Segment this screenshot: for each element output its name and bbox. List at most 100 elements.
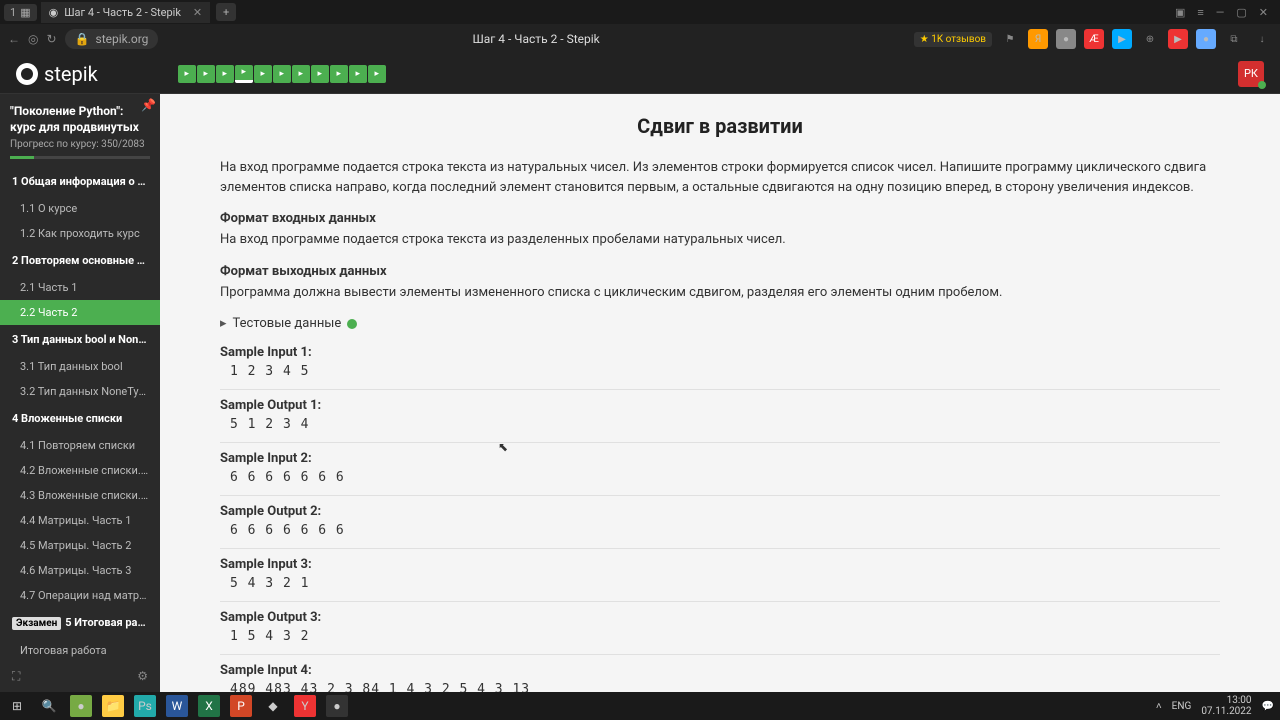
clock[interactable]: 13:00 07.11.2022: [1201, 695, 1251, 717]
step-7[interactable]: ▸: [292, 65, 310, 83]
fullscreen-icon[interactable]: ⛶: [12, 669, 20, 684]
sidebar-section[interactable]: 1 Общая информация о ку...: [0, 167, 160, 196]
ext-6-icon[interactable]: ▶: [1168, 29, 1188, 49]
sidebar-item[interactable]: Итоговая работа: [0, 638, 160, 663]
app-3-icon[interactable]: ●: [326, 695, 348, 717]
extensions-icon[interactable]: ⧉: [1224, 29, 1244, 49]
app-header: stepik ▸ ▸ ▸ ▸ ▸ ▸ ▸ ▸ ▸ ▸ ▸ РК: [0, 54, 1280, 94]
step-2[interactable]: ▸: [197, 65, 215, 83]
sidebar-item[interactable]: 1.1 О курсе: [0, 196, 160, 221]
start-icon[interactable]: ⊞: [6, 695, 28, 717]
word-icon[interactable]: W: [166, 695, 188, 717]
sidebar-section[interactable]: 3 Тип данных bool и None...: [0, 325, 160, 354]
sidebar-item[interactable]: 2.1 Часть 1: [0, 275, 160, 300]
sidebar-section[interactable]: 2 Повторяем основные ко...: [0, 246, 160, 275]
sample-block: Sample Input 1:1 2 3 4 5: [220, 345, 1220, 390]
tabs-icon: ▦: [20, 6, 30, 19]
ext-5-icon[interactable]: ⊕: [1140, 29, 1160, 49]
shield-icon[interactable]: ◎: [28, 32, 38, 46]
reload-icon[interactable]: ↻: [46, 32, 56, 46]
lesson-content: Сдвиг в развитии На вход программе подае…: [160, 94, 1280, 692]
browser-menu-icon[interactable]: ≡: [1197, 6, 1203, 19]
output-format-title: Формат выходных данных: [220, 264, 1220, 279]
tab-counter[interactable]: 1 ▦: [4, 4, 37, 21]
step-10[interactable]: ▸: [349, 65, 367, 83]
search-icon[interactable]: 🔍: [38, 695, 60, 717]
browser-panel-icon[interactable]: ▣: [1175, 6, 1185, 19]
active-tab[interactable]: ◉ Шаг 4 - Часть 2 - Stepik ✕: [41, 2, 211, 23]
tab-count-label: 1: [10, 6, 16, 19]
sidebar-item[interactable]: 3.1 Тип данных bool: [0, 354, 160, 379]
sample-label: Sample Output 1:: [220, 398, 1220, 413]
window-minimize-icon[interactable]: —: [1216, 6, 1225, 19]
explorer-icon[interactable]: 📁: [102, 695, 124, 717]
ext-3-icon[interactable]: Æ: [1084, 29, 1104, 49]
notifications-icon[interactable]: 💬: [1262, 701, 1274, 712]
sample-block: Sample Output 3:1 5 4 3 2: [220, 610, 1220, 655]
sample-value: 6 6 6 6 6 6 6: [220, 466, 1220, 489]
tab-title: Шаг 4 - Часть 2 - Stepik: [64, 6, 181, 19]
sample-label: Sample Output 3:: [220, 610, 1220, 625]
bookmark-icon[interactable]: ⚑: [1000, 29, 1020, 49]
sidebar-item[interactable]: 4.3 Вложенные списки. Ча...: [0, 483, 160, 508]
sidebar-item[interactable]: 4.6 Матрицы. Часть 3: [0, 558, 160, 583]
sidebar-section[interactable]: 4 Вложенные списки: [0, 404, 160, 433]
app-1-icon[interactable]: ●: [70, 695, 92, 717]
sidebar-item[interactable]: 1.2 Как проходить курс: [0, 221, 160, 246]
ext-2-icon[interactable]: ●: [1056, 29, 1076, 49]
url-input[interactable]: 🔒 stepik.org: [65, 29, 159, 49]
language-indicator[interactable]: ENG: [1172, 701, 1192, 712]
window-maximize-icon[interactable]: ▢: [1236, 6, 1246, 19]
downloads-icon[interactable]: ↓: [1252, 29, 1272, 49]
step-1[interactable]: ▸: [178, 65, 196, 83]
browser-titlebar: 1 ▦ ◉ Шаг 4 - Часть 2 - Stepik ✕ + ▣ ≡ —…: [0, 0, 1280, 24]
ext-7-icon[interactable]: ●: [1196, 29, 1216, 49]
sidebar-item[interactable]: 4.4 Матрицы. Часть 1: [0, 508, 160, 533]
triangle-icon: ▸: [220, 316, 227, 331]
course-title: "Поколение Python": курс для продвинутых…: [0, 94, 160, 139]
close-tab-icon[interactable]: ✕: [193, 6, 202, 19]
step-9[interactable]: ▸: [330, 65, 348, 83]
sidebar-section[interactable]: Экзамен5 Итоговая работа...: [0, 608, 160, 638]
back-icon[interactable]: ←: [8, 32, 20, 46]
sample-block: Sample Output 1:5 1 2 3 4: [220, 398, 1220, 443]
input-format-title: Формат входных данных: [220, 211, 1220, 226]
sidebar-item[interactable]: 2.2 Часть 2: [0, 300, 160, 325]
step-8[interactable]: ▸: [311, 65, 329, 83]
pin-icon[interactable]: 📌: [141, 98, 156, 114]
sample-value: 489 483 43 2 3 84 1 4 3 2 5 4 3 13: [220, 678, 1220, 692]
sample-value: 1 5 4 3 2: [220, 625, 1220, 648]
stepik-logo[interactable]: stepik: [16, 62, 98, 86]
sidebar-item[interactable]: 3.2 Тип данных NoneType: [0, 379, 160, 404]
sidebar-item[interactable]: 4.1 Повторяем списки: [0, 433, 160, 458]
course-sidebar: "Поколение Python": курс для продвинутых…: [0, 94, 160, 692]
settings-icon[interactable]: ⚙: [137, 669, 148, 684]
step-5[interactable]: ▸: [254, 65, 272, 83]
sidebar-item[interactable]: 4.5 Матрицы. Часть 2: [0, 533, 160, 558]
sample-value: 5 4 3 2 1: [220, 572, 1220, 595]
ext-1-icon[interactable]: Я: [1028, 29, 1048, 49]
sample-value: 6 6 6 6 6 6 6: [220, 519, 1220, 542]
sample-block: Sample Input 3:5 4 3 2 1: [220, 557, 1220, 602]
ext-4-icon[interactable]: ▶: [1112, 29, 1132, 49]
window-close-icon[interactable]: ✕: [1259, 6, 1268, 19]
tray-chevron-icon[interactable]: ˄: [1156, 701, 1162, 712]
sample-block: Sample Input 4:489 483 43 2 3 84 1 4 3 2…: [220, 663, 1220, 692]
step-11[interactable]: ▸: [368, 65, 386, 83]
new-tab-button[interactable]: +: [216, 3, 236, 21]
step-3[interactable]: ▸: [216, 65, 234, 83]
sidebar-item[interactable]: 4.7 Операции над матрица...: [0, 583, 160, 608]
excel-icon[interactable]: X: [198, 695, 220, 717]
user-avatar[interactable]: РК: [1238, 61, 1264, 87]
sample-block: Sample Input 2:6 6 6 6 6 6 6: [220, 451, 1220, 496]
photoshop-icon[interactable]: Ps: [134, 695, 156, 717]
step-4[interactable]: ▸: [235, 65, 253, 83]
yandex-icon[interactable]: Y: [294, 695, 316, 717]
app-2-icon[interactable]: ◆: [262, 695, 284, 717]
sidebar-item[interactable]: 4.2 Вложенные списки. Ча...: [0, 458, 160, 483]
rating-badge[interactable]: ★ 1K отзывов: [914, 32, 992, 47]
step-6[interactable]: ▸: [273, 65, 291, 83]
status-dot-icon: [347, 319, 357, 329]
powerpoint-icon[interactable]: P: [230, 695, 252, 717]
test-data-toggle[interactable]: ▸ Тестовые данные: [220, 316, 1220, 331]
